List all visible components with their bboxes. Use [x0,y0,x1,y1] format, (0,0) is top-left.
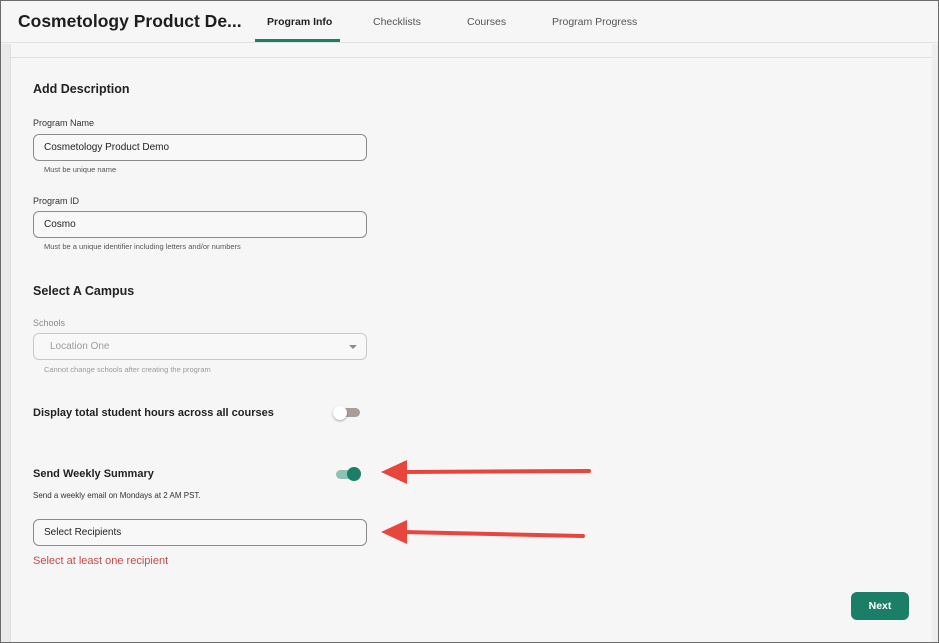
tab-program-progress[interactable]: Program Progress [552,16,637,28]
program-title: Cosmetology Product De... [18,11,242,31]
chevron-down-icon [349,345,357,349]
program-id-label: Program ID [33,196,80,206]
next-button[interactable]: Next [851,592,909,620]
toggle-knob [333,406,347,420]
tab-program-info[interactable]: Program Info [267,16,332,28]
program-id-input[interactable]: Cosmo [33,211,367,238]
schools-select-value: Location One [50,341,110,352]
display-hours-label: Display total student hours across all c… [33,407,274,419]
select-recipients-input[interactable]: Select Recipients [33,519,367,546]
program-name-label: Program Name [33,118,95,128]
arrow-left-icon [381,520,585,544]
arrow-left-icon [381,460,591,484]
add-description-heading: Add Description [33,82,130,96]
divider [11,57,932,58]
toggle-knob [347,467,361,481]
schools-label: Schools [33,318,66,328]
schools-helper: Cannot change schools after creating the… [44,365,211,374]
recipients-error: Select at least one recipient [33,555,169,567]
program-name-helper: Must be unique name [44,165,117,174]
tab-courses[interactable]: Courses [467,16,506,28]
tab-checklists[interactable]: Checklists [373,16,421,28]
right-scrollbar[interactable] [932,44,938,642]
weekly-summary-description: Send a weekly email on Mondays at 2 AM P… [33,491,201,500]
weekly-summary-label: Send Weekly Summary [33,468,154,480]
active-tab-indicator [255,39,340,42]
program-name-input[interactable]: Cosmetology Product Demo [33,134,367,161]
left-gutter [1,44,11,642]
program-id-helper: Must be a unique identifier including le… [44,242,241,251]
schools-select[interactable]: Location One [33,333,367,360]
top-header: Cosmetology Product De... Program Info C… [1,1,938,43]
select-campus-heading: Select A Campus [33,284,135,298]
